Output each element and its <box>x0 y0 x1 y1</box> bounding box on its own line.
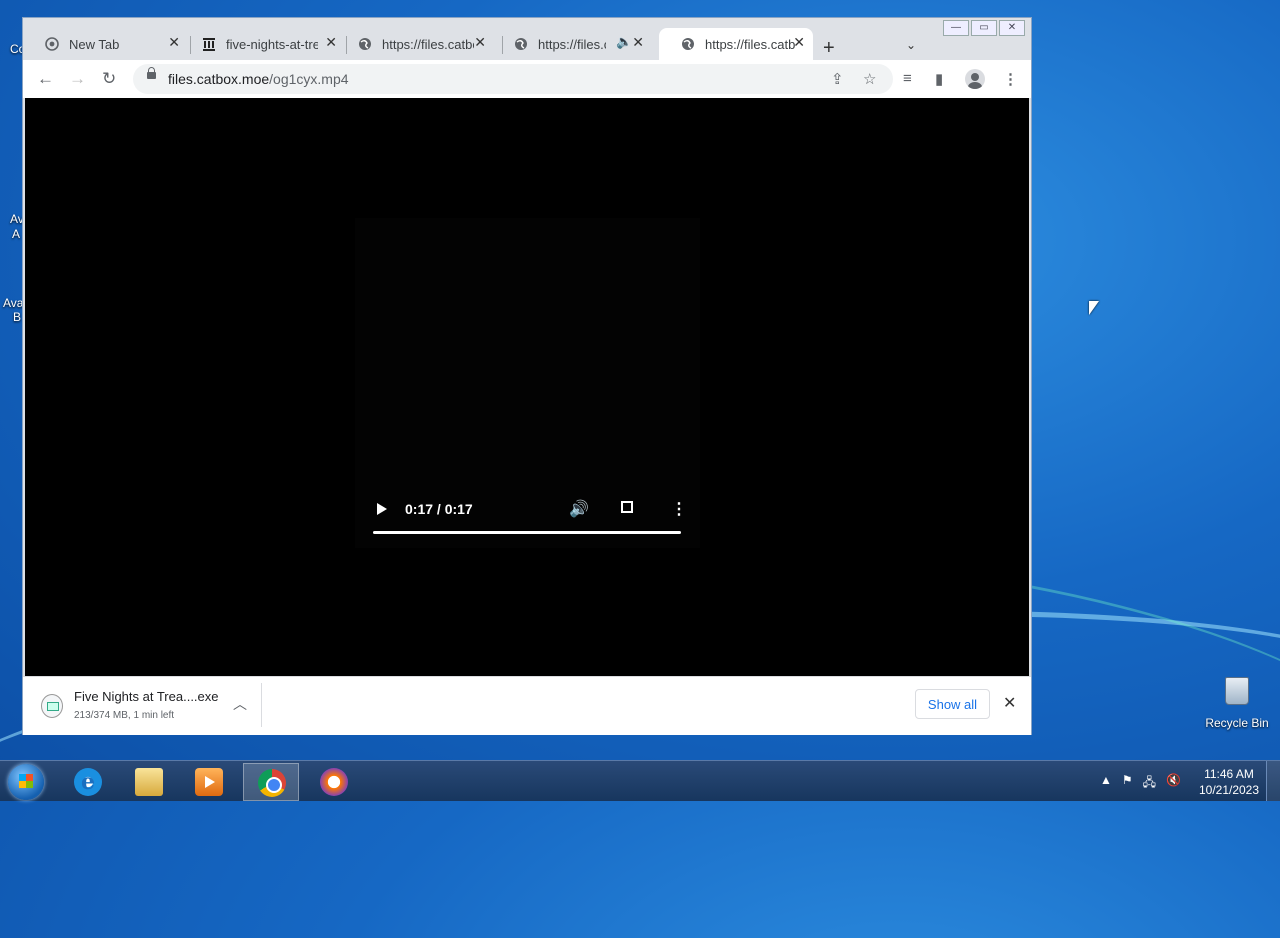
clock-date: 10/21/2023 <box>1198 783 1260 797</box>
profile-avatar-icon[interactable] <box>965 69 985 89</box>
action-center-flag-icon[interactable]: ⚑ <box>1122 773 1133 794</box>
tab-catbox-1[interactable]: https://files.catbo ✕ <box>336 28 494 60</box>
network-icon[interactable]: 🖧 <box>1143 773 1156 794</box>
globe-icon <box>359 38 371 50</box>
taskbar-app-ie[interactable]: e <box>60 763 116 801</box>
download-filename[interactable]: Five Nights at Trea....exe <box>74 689 219 704</box>
tab-strip: New Tab ✕ five-nights-at-tre ✕ https://f… <box>23 26 1031 60</box>
show-hidden-icons-icon[interactable]: ▲ <box>1100 773 1112 794</box>
browser-toolbar: ← → ↻ files.catbox.moe/og1cyx.mp4 ⇪ ☆ ≡ … <box>23 60 1031 98</box>
fullscreen-icon[interactable] <box>621 501 633 513</box>
play-icon[interactable] <box>377 503 387 515</box>
close-tab-icon[interactable]: ✕ <box>632 34 644 51</box>
taskbar-app-explorer[interactable] <box>121 763 177 801</box>
clock-time: 11:46 AM <box>1204 767 1254 781</box>
desktop-icon-label[interactable]: A <box>12 227 20 241</box>
tab-title: https://files.catbo <box>382 36 474 52</box>
recycle-bin[interactable]: Recycle Bin <box>1205 677 1269 730</box>
video-controls: 0:17 / 0:17 🔊 ⋮ <box>373 496 687 546</box>
chrome-icon <box>258 769 286 797</box>
internet-explorer-icon: e <box>74 768 102 796</box>
download-status: 213/374 MB, 1 min left <box>74 710 175 721</box>
close-download-bar-icon[interactable]: ✕ <box>1003 693 1016 713</box>
exe-file-icon <box>41 694 63 718</box>
tab-title: https://files.catbo <box>705 36 795 52</box>
folder-icon <box>135 768 163 796</box>
recycle-bin-label: Recycle Bin <box>1205 716 1269 730</box>
tab-catbox-active[interactable]: https://files.catbo ✕ <box>659 28 813 60</box>
close-tab-icon[interactable]: ✕ <box>168 34 180 51</box>
speaker-icon[interactable]: 🔈 <box>616 34 632 50</box>
taskbar-app-chrome[interactable] <box>243 763 299 801</box>
video-options-kebab-icon[interactable]: ⋮ <box>671 499 687 519</box>
tab-title: New Tab <box>69 36 120 52</box>
chrome-icon <box>45 37 59 51</box>
taskbar: e ▲ ⚑ 🖧 🔇 11:46 AM 10/21/2023 <box>0 760 1280 801</box>
chrome-window: — ▭ ✕ New Tab ✕ five-nights-at-tre ✕ htt… <box>22 17 1032 735</box>
show-all-button[interactable]: Show all <box>915 689 990 719</box>
share-icon[interactable]: ⇪ <box>831 70 844 88</box>
media-control-icon[interactable]: ≡ <box>903 70 912 87</box>
museum-icon <box>203 38 215 51</box>
show-desktop-button[interactable] <box>1266 761 1280 801</box>
start-button[interactable] <box>8 764 44 800</box>
chevron-up-icon[interactable]: ︿ <box>233 694 247 714</box>
system-tray: ▲ ⚑ 🖧 🔇 <box>1100 773 1181 794</box>
tab-catbox-2[interactable]: https://files.c 🔈 ✕ <box>492 28 652 60</box>
reload-icon[interactable]: ↻ <box>102 69 116 89</box>
tab-title: https://files.c <box>538 36 606 52</box>
forward-arrow-icon[interactable]: → <box>69 69 86 89</box>
url-domain: files.catbox.moe <box>168 71 270 87</box>
video-page: 0:17 / 0:17 🔊 ⋮ <box>25 98 1029 676</box>
url-text[interactable]: files.catbox.moe/og1cyx.mp4 <box>168 71 349 87</box>
back-arrow-icon[interactable]: ← <box>37 69 54 89</box>
taskbar-app-media-player[interactable] <box>181 763 237 801</box>
video-time: 0:17 / 0:17 <box>405 501 473 517</box>
url-path: /og1cyx.mp4 <box>269 71 349 87</box>
globe-icon <box>515 38 527 50</box>
new-tab-button[interactable]: + <box>823 37 835 60</box>
download-bar: Five Nights at Trea....exe 213/374 MB, 1… <box>23 676 1031 735</box>
system-clock[interactable]: 11:46 AM 10/21/2023 <box>1196 766 1262 798</box>
globe-icon <box>682 38 694 50</box>
menu-kebab-icon[interactable]: ⋮ <box>1003 70 1018 88</box>
close-tab-icon[interactable]: ✕ <box>474 34 486 51</box>
tab-new-tab[interactable]: New Tab ✕ <box>23 28 188 60</box>
side-panel-icon[interactable]: ▮ <box>935 70 943 88</box>
lock-icon[interactable] <box>147 67 156 79</box>
bookmark-star-icon[interactable]: ☆ <box>863 70 876 88</box>
volume-icon[interactable]: 🔊 <box>569 499 589 519</box>
tab-five-nights[interactable]: five-nights-at-tre ✕ <box>180 28 345 60</box>
close-tab-icon[interactable]: ✕ <box>793 34 805 51</box>
tab-search-chevron-icon[interactable]: ⌄ <box>906 38 916 52</box>
avast-browser-icon <box>320 768 348 796</box>
tab-title: five-nights-at-tre <box>226 36 318 52</box>
taskbar-app-avast[interactable] <box>306 763 362 801</box>
desktop-icon-label[interactable]: B <box>13 310 21 324</box>
desktop-icon-label[interactable]: Ava <box>3 296 23 310</box>
address-bar[interactable]: files.catbox.moe/og1cyx.mp4 ⇪ ☆ <box>133 64 893 94</box>
video-progress-bar[interactable] <box>373 531 681 534</box>
mouse-cursor-icon <box>1089 301 1099 315</box>
volume-muted-icon[interactable]: 🔇 <box>1166 773 1181 794</box>
windows-logo-icon <box>19 774 33 788</box>
recycle-bin-icon <box>1225 677 1249 705</box>
divider <box>261 683 262 727</box>
media-player-icon <box>195 768 223 796</box>
